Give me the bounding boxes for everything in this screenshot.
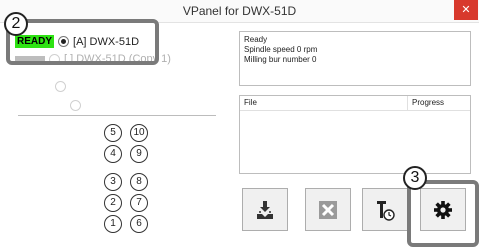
slot-6: 6 [130,215,148,233]
status-line-3: Milling bur number 0 [244,55,317,64]
divider [18,115,216,116]
output-button[interactable] [242,188,288,231]
status-panel: Ready Spindle speed 0 rpm Milling bur nu… [239,31,471,86]
slot-8: 8 [130,173,148,191]
callout-number-3: 3 [403,166,427,190]
slot-5: 5 [104,124,122,142]
slot-1: 1 [104,215,122,233]
cancel-button[interactable] [305,188,351,231]
slot-3: 3 [104,173,122,191]
tool-status-button[interactable] [362,188,408,231]
slot-4: 4 [104,145,122,163]
progress-column-header[interactable]: Progress [408,96,444,110]
cancel-icon [319,200,337,219]
slot-2: 2 [104,194,122,212]
callout-box-2 [6,19,159,65]
machine-radio-empty-2[interactable] [70,100,82,111]
slot-7: 7 [130,194,148,212]
file-list-header: File Progress [240,96,470,111]
status-line-2: Spindle speed 0 rpm [244,45,318,54]
callout-box-3 [407,180,479,247]
status-line-1: Ready [244,35,268,44]
machine-radio-empty-1[interactable] [55,81,66,92]
file-column-header[interactable]: File [240,96,408,110]
slot-9: 9 [130,145,148,163]
tool-timer-icon [377,200,395,221]
slot-10: 10 [130,124,148,142]
output-icon [257,200,273,219]
close-button[interactable]: ✕ [454,0,478,20]
file-list[interactable]: File Progress [239,95,471,174]
window-title: VPanel for DWX-51D [182,4,297,18]
callout-number-2: 2 [4,12,28,36]
